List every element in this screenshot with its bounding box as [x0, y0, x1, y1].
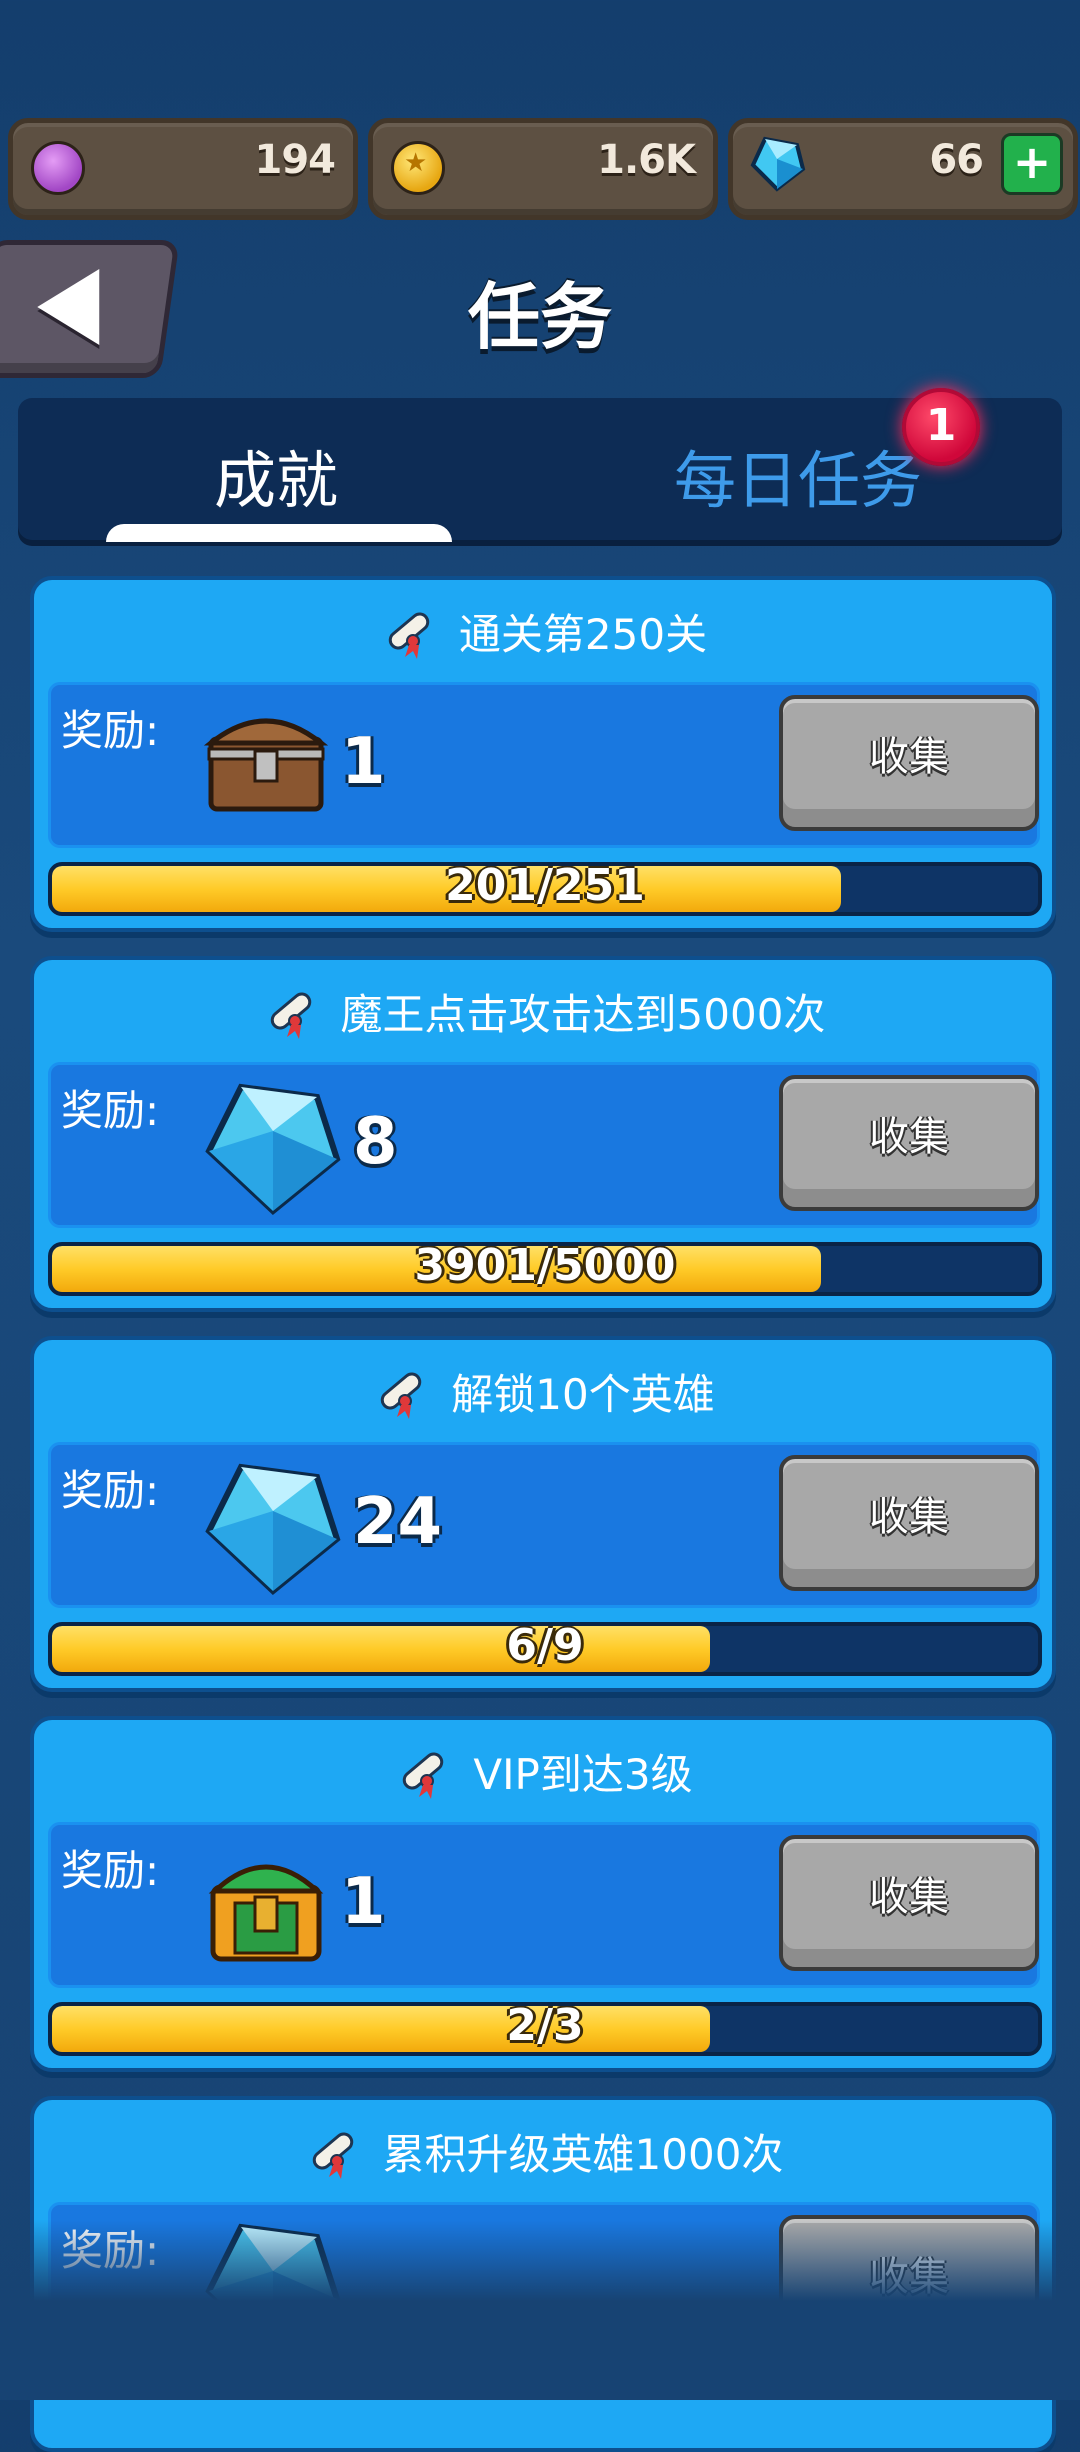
collect-button[interactable]: 收集 — [779, 1075, 1039, 1211]
scroll-icon — [388, 612, 430, 659]
reward-count: 24 — [353, 1485, 443, 1559]
gem-icon — [201, 1459, 345, 1603]
bottom-fade — [0, 2220, 1080, 2400]
daily-tasks-badge: 1 — [902, 388, 980, 466]
green-chest-icon — [201, 1839, 331, 1973]
achievement-card: 解锁10个英雄奖励: 24 收集 6/9 — [30, 1336, 1056, 1692]
purple-currency: 194 — [8, 118, 358, 220]
progress-bar: 2/3 — [48, 2002, 1042, 2056]
page-title: 任务 — [467, 275, 612, 359]
reward-count: 1 — [341, 725, 386, 799]
achievement-card: 通关第250关奖励: 1 收集 201/251 — [30, 576, 1056, 932]
gem-icon — [750, 136, 806, 192]
achievement-card: VIP到达3级奖励: 1 收集 2/3 — [30, 1716, 1056, 2072]
active-tab-indicator — [106, 524, 452, 542]
achievement-title-row: 解锁10个英雄 — [34, 1356, 1052, 1426]
achievement-title: VIP到达3级 — [473, 1749, 693, 1799]
reward-box: 奖励: 1 收集 — [48, 1822, 1040, 1988]
gold-currency-value: 1.6K — [597, 137, 696, 183]
tab-achievements[interactable]: 成就 — [214, 430, 338, 520]
gem-icon — [201, 1079, 345, 1223]
achievement-title-row: VIP到达3级 — [34, 1736, 1052, 1806]
gem-currency: 66 + — [728, 118, 1078, 220]
gold-coin-icon — [391, 141, 445, 195]
progress-text: 2/3 — [506, 2002, 584, 2051]
reward-label: 奖励: — [61, 1466, 160, 1515]
achievement-title: 解锁10个英雄 — [451, 1369, 715, 1419]
reward-label: 奖励: — [61, 1086, 160, 1135]
scroll-icon — [270, 992, 311, 1039]
progress-text: 3901/5000 — [414, 1242, 676, 1291]
progress-bar: 3901/5000 — [48, 1242, 1042, 1296]
achievement-title-row: 魔王点击攻击达到5000次 — [34, 976, 1052, 1046]
achievement-title-row: 通关第250关 — [34, 596, 1052, 666]
reward-label: 奖励: — [61, 1846, 160, 1895]
purple-coin-icon — [31, 141, 85, 195]
purple-currency-value: 194 — [254, 137, 336, 183]
collect-button[interactable]: 收集 — [779, 1455, 1039, 1591]
achievement-title: 魔王点击攻击达到5000次 — [340, 989, 826, 1039]
progress-bar: 201/251 — [48, 862, 1042, 916]
gem-currency-value: 66 — [929, 137, 984, 183]
achievement-title-row: 累积升级英雄1000次 — [34, 2116, 1052, 2186]
progress-bar: 6/9 — [48, 1622, 1042, 1676]
achievement-title: 累积升级英雄1000次 — [382, 2129, 784, 2179]
achievement-card: 魔王点击攻击达到5000次奖励: 8 收集 3901/5000 — [30, 956, 1056, 1312]
reward-label: 奖励: — [61, 706, 160, 755]
reward-box: 奖励: 24 收集 — [48, 1442, 1040, 1608]
chest-icon — [201, 699, 331, 821]
progress-text: 6/9 — [506, 1622, 584, 1671]
add-gems-button[interactable]: + — [1001, 133, 1063, 195]
reward-count: 8 — [353, 1105, 398, 1179]
collect-button[interactable]: 收集 — [779, 695, 1039, 831]
achievement-title: 通关第250关 — [458, 609, 708, 659]
tab-daily-tasks[interactable]: 每日任务 — [674, 430, 922, 520]
reward-box: 奖励: 8 收集 — [48, 1062, 1040, 1228]
scroll-icon — [403, 1752, 444, 1799]
reward-box: 奖励: 1 收集 — [48, 682, 1040, 848]
collect-button[interactable]: 收集 — [779, 1835, 1039, 1971]
tab-bar: 成就 每日任务 1 — [18, 388, 1062, 542]
scroll-icon — [312, 2132, 353, 2179]
scroll-icon — [381, 1372, 422, 1419]
progress-text: 201/251 — [445, 862, 645, 911]
gold-currency: 1.6K — [368, 118, 718, 220]
reward-count: 1 — [341, 1865, 386, 1939]
